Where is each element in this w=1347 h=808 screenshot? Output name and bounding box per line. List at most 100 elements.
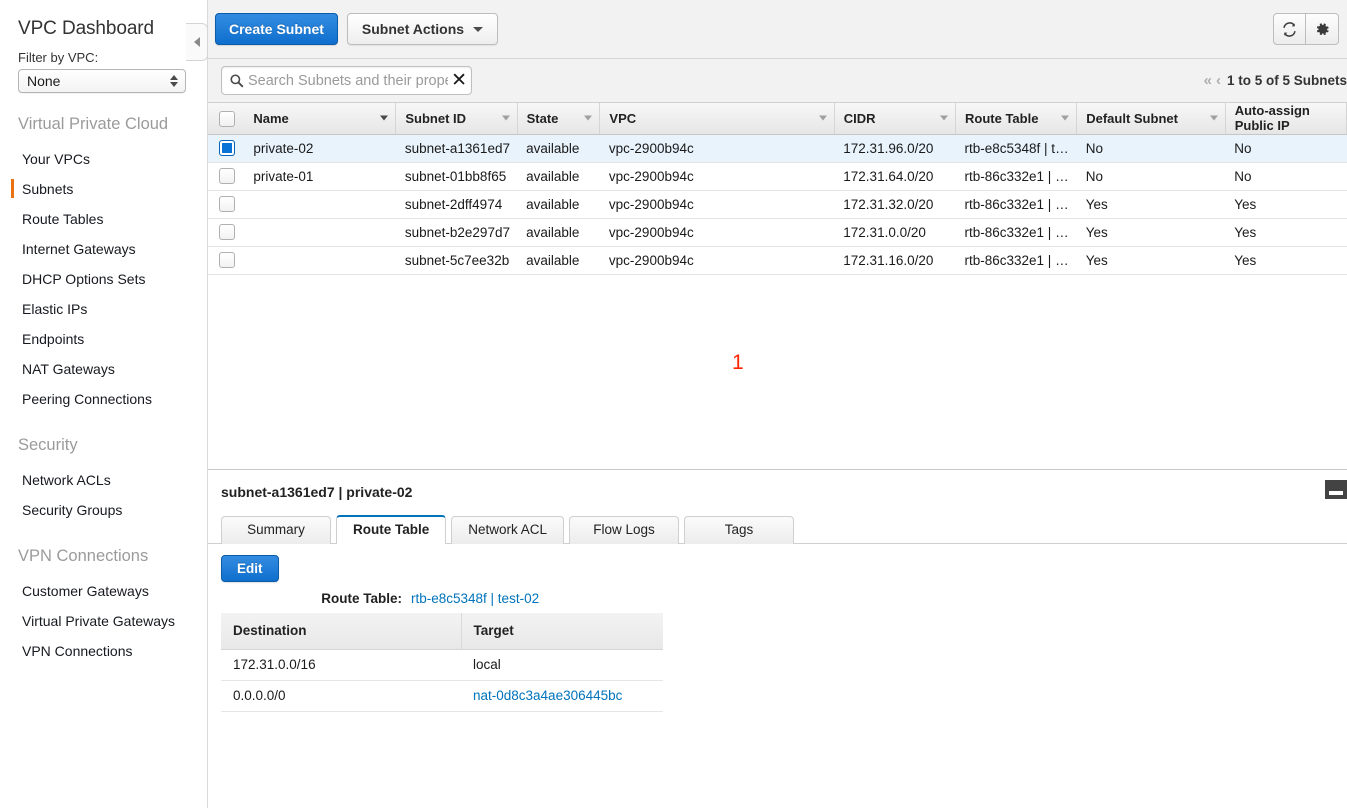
tab-network-acl[interactable]: Network ACL xyxy=(451,516,565,544)
sidebar-item-internet-gateways[interactable]: Internet Gateways xyxy=(0,234,207,264)
cell-subnet-id: subnet-01bb8f65 xyxy=(395,162,518,191)
cell-cidr: 172.31.96.0/20 xyxy=(834,134,956,163)
sidebar-item-security-groups[interactable]: Security Groups xyxy=(0,495,207,525)
cell-vpc: vpc-2900b94c xyxy=(599,246,835,275)
route-target-link[interactable]: nat-0d8c3a4ae306445bc xyxy=(473,688,622,703)
routes-column-destination: Destination xyxy=(221,613,462,650)
sidebar-nav: Virtual Private Cloud Your VPCs Subnets Rou… xyxy=(0,93,207,666)
clear-search-icon[interactable]: ✕ xyxy=(450,71,467,90)
row-select-cell[interactable] xyxy=(208,218,245,247)
row-checkbox[interactable] xyxy=(219,224,235,241)
subnet-actions-label: Subnet Actions xyxy=(361,21,465,37)
sort-caret-icon[interactable] xyxy=(584,115,593,121)
route-table-link[interactable]: rtb-e8c5348f | test-02 xyxy=(411,591,539,606)
table-row[interactable]: subnet-5c7ee32b available vpc-2900b94c 172.… xyxy=(208,246,1347,275)
column-header-vpc[interactable]: VPC xyxy=(599,103,835,135)
sidebar-item-virtual-private-gateways[interactable]: Virtual Private Gateways xyxy=(0,606,207,636)
sidebar-item-elastic-ips[interactable]: Elastic IPs xyxy=(0,294,207,324)
sort-caret-icon[interactable] xyxy=(818,115,827,121)
column-header-name[interactable]: Name xyxy=(244,103,397,135)
annotation-marker-1: 1 xyxy=(732,351,744,374)
search-box[interactable]: ✕ xyxy=(221,66,472,95)
row-select-cell[interactable] xyxy=(208,246,245,275)
cell-default-subnet: No xyxy=(1076,134,1226,163)
tab-flow-logs[interactable]: Flow Logs xyxy=(569,516,680,544)
main-content: Create Subnet Subnet Actions Search Subn… xyxy=(208,0,1347,808)
first-page-button[interactable]: « xyxy=(1204,72,1212,89)
sidebar-item-peering-connections[interactable]: Peering Connections xyxy=(0,384,207,414)
table-row[interactable]: private-01 subnet-01bb8f65 available vpc-29… xyxy=(208,162,1347,191)
toolbar: Create Subnet Subnet Actions xyxy=(208,0,1347,59)
cell-route-table: rtb-86c332e1 | tes… xyxy=(955,190,1077,219)
sidebar-collapse-button[interactable] xyxy=(186,23,208,61)
sidebar-item-subnets[interactable]: Subnets xyxy=(0,174,207,204)
detail-panel-title: subnet-a1361ed7 | private-02 xyxy=(221,484,413,500)
subnet-actions-button[interactable]: Subnet Actions xyxy=(346,13,499,45)
row-checkbox[interactable] xyxy=(219,252,235,269)
sidebar-item-customer-gateways[interactable]: Customer Gateways xyxy=(0,576,207,606)
row-checkbox[interactable] xyxy=(219,168,235,185)
settings-button[interactable] xyxy=(1306,13,1339,45)
edit-button[interactable]: Edit xyxy=(221,555,279,582)
routes-table: Destination Target 172.31.0.0/16 local 0.0.… xyxy=(221,613,663,712)
route-target[interactable]: nat-0d8c3a4ae306445bc xyxy=(461,680,663,712)
create-subnet-button[interactable]: Create Subnet xyxy=(215,13,338,45)
row-select-cell[interactable] xyxy=(208,134,245,163)
column-header-subnet-id[interactable]: Subnet ID xyxy=(395,103,518,135)
row-checkbox[interactable] xyxy=(219,140,235,157)
cell-state: available xyxy=(517,246,600,275)
sort-caret-icon[interactable] xyxy=(501,115,510,121)
tab-summary[interactable]: Summary xyxy=(221,516,331,544)
row-select-cell[interactable] xyxy=(208,162,245,191)
sidebar-item-route-tables[interactable]: Route Tables xyxy=(0,204,207,234)
cell-auto-assign: Yes xyxy=(1225,246,1347,275)
sort-caret-icon[interactable] xyxy=(380,115,389,121)
row-select-cell[interactable] xyxy=(208,190,245,219)
pagination-count: 1 to 5 of 5 Subnets xyxy=(1226,73,1347,88)
tab-tags[interactable]: Tags xyxy=(684,516,795,544)
table-row[interactable]: subnet-2dff4974 available vpc-2900b94c 172.… xyxy=(208,190,1347,219)
column-header-label: Default Subnet xyxy=(1086,110,1178,126)
sidebar: VPC Dashboard Filter by VPC: None Virtua… xyxy=(0,0,208,808)
search-input[interactable] xyxy=(246,71,451,90)
column-header-label: Name xyxy=(253,110,289,126)
chevron-down-icon xyxy=(473,26,484,32)
cell-auto-assign: Yes xyxy=(1225,190,1347,219)
sort-caret-icon[interactable] xyxy=(1209,115,1218,121)
cell-default-subnet: No xyxy=(1076,162,1226,191)
cell-subnet-id: subnet-5c7ee32b xyxy=(395,246,518,275)
column-header-route-table[interactable]: Route Table xyxy=(955,103,1078,135)
select-all-header[interactable] xyxy=(208,103,245,135)
tab-route-table[interactable]: Route Table xyxy=(336,515,447,545)
chevron-left-icon xyxy=(193,37,200,47)
sidebar-item-vpn-connections[interactable]: VPN Connections xyxy=(0,636,207,666)
pagination: « ‹ 1 to 5 of 5 Subnets xyxy=(1204,59,1347,102)
cell-cidr: 172.31.32.0/20 xyxy=(834,190,956,219)
detail-panel-header: subnet-a1361ed7 | private-02 xyxy=(208,470,1347,514)
refresh-icon xyxy=(1283,21,1296,37)
sort-caret-icon[interactable] xyxy=(1061,115,1070,121)
select-all-checkbox[interactable] xyxy=(219,110,235,127)
sidebar-item-your-vpcs[interactable]: Your VPCs xyxy=(0,144,207,174)
column-header-auto-assign-public-ip[interactable]: Auto-assign Public IP xyxy=(1225,103,1347,135)
refresh-button[interactable] xyxy=(1273,13,1306,45)
column-header-default-subnet[interactable]: Default Subnet xyxy=(1076,103,1226,135)
table-row[interactable]: subnet-b2e297d7 available vpc-2900b94c 172.… xyxy=(208,218,1347,247)
cell-subnet-id: subnet-a1361ed7 xyxy=(395,134,518,163)
sort-caret-icon[interactable] xyxy=(940,115,948,121)
sidebar-item-endpoints[interactable]: Endpoints xyxy=(0,324,207,354)
nav-group-title: VPN Connections xyxy=(18,547,149,565)
detail-tabs: Summary Route Table Network ACL Flow Logs Ta… xyxy=(208,514,1347,545)
routes-row: 172.31.0.0/16 local xyxy=(221,649,663,681)
vpc-filter-label: Filter by VPC: xyxy=(18,50,99,65)
prev-page-button[interactable]: ‹ xyxy=(1216,72,1221,89)
column-header-state[interactable]: State xyxy=(517,103,601,135)
row-checkbox[interactable] xyxy=(219,196,235,213)
column-header-cidr[interactable]: CIDR xyxy=(834,103,957,135)
vpc-filter-select[interactable]: None xyxy=(18,69,186,93)
minimize-panel-icon[interactable] xyxy=(1325,480,1347,499)
sidebar-item-dhcp-options-sets[interactable]: DHCP Options Sets xyxy=(0,264,207,294)
sidebar-item-network-acls[interactable]: Network ACLs xyxy=(0,465,207,495)
table-row[interactable]: private-02 subnet-a1361ed7 available vpc-29… xyxy=(208,134,1347,163)
sidebar-item-nat-gateways[interactable]: NAT Gateways xyxy=(0,354,207,384)
